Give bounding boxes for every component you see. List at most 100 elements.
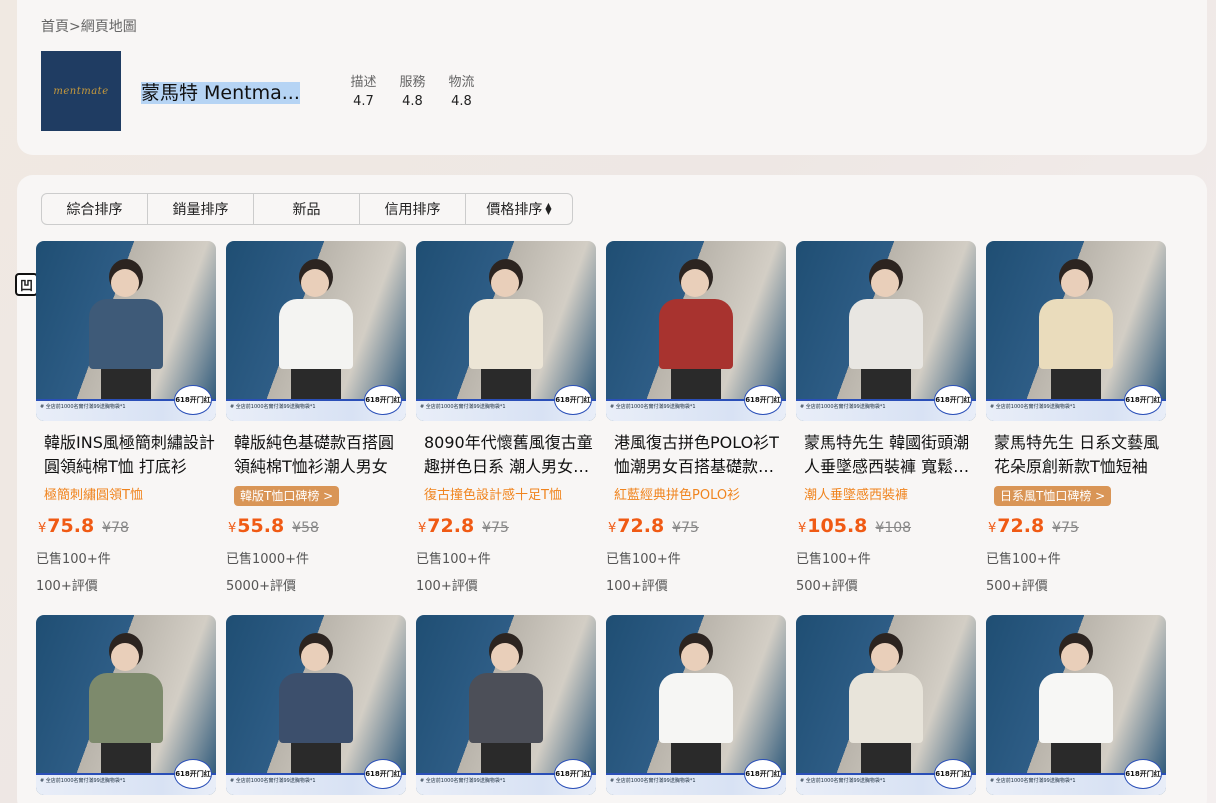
breadcrumb-home[interactable]: 首頁 bbox=[41, 19, 69, 35]
model-figure bbox=[469, 259, 543, 421]
product-card[interactable]: # 全店前1000名實付滿99送胸物袋*1 618开门红 bbox=[606, 615, 786, 795]
promo-badge: 618开门红 bbox=[174, 759, 212, 789]
sold-count: 已售1000+件 bbox=[226, 552, 309, 567]
shop-logo-text: mentmate bbox=[53, 85, 109, 97]
original-price: ¥58 bbox=[292, 520, 319, 536]
product-card[interactable]: # 全店前1000名實付滿99送胸物袋*1 618开门红 bbox=[416, 615, 596, 795]
product-image[interactable]: # 全店前1000名實付滿99送胸物袋*1 618开门红 bbox=[416, 241, 596, 421]
breadcrumb-current[interactable]: 網頁地圖 bbox=[81, 19, 137, 35]
original-price: ¥78 bbox=[102, 520, 129, 536]
promo-badge: 618开门红 bbox=[364, 759, 402, 789]
promo-badge: 618开门红 bbox=[364, 385, 402, 415]
current-price: ¥72.8 bbox=[988, 515, 1045, 537]
product-image[interactable]: # 全店前1000名實付滿99送胸物袋*1 618开门红 bbox=[226, 241, 406, 421]
product-card[interactable]: # 全店前1000名實付滿99送胸物袋*1 618开门红 8090年代懷舊風復古… bbox=[416, 241, 596, 594]
price-row: ¥55.8 ¥58 bbox=[226, 515, 406, 537]
rating-value: 4.8 bbox=[451, 94, 472, 109]
current-price: ¥72.8 bbox=[418, 515, 475, 537]
review-count: 100+評價 bbox=[36, 579, 98, 594]
product-title[interactable]: 韓版純色基礎款百搭圓領純棉T恤衫潮人男女 bbox=[226, 431, 406, 479]
product-card[interactable]: # 全店前1000名實付滿99送胸物袋*1 618开门红 bbox=[36, 615, 216, 795]
product-image[interactable]: # 全店前1000名實付滿99送胸物袋*1 618开门红 bbox=[796, 241, 976, 421]
original-price: ¥75 bbox=[482, 520, 509, 536]
breadcrumb: 首頁>網頁地圖 bbox=[41, 16, 137, 36]
product-title[interactable]: 蒙馬特先生 日系文藝風花朵原創新款T恤短袖 bbox=[986, 431, 1166, 479]
product-card[interactable]: # 全店前1000名實付滿99送胸物袋*1 618开门红 bbox=[986, 615, 1166, 795]
product-title[interactable]: 韓版INS風極簡刺繡設計圓領純棉T恤 打底衫 bbox=[36, 431, 216, 479]
model-figure bbox=[849, 259, 923, 421]
review-count: 100+評價 bbox=[606, 579, 668, 594]
ranking-badge[interactable]: 韓版T恤口碑榜 > bbox=[234, 486, 340, 506]
model-figure bbox=[89, 633, 163, 795]
product-tag: 潮人垂墜感西裝褲 bbox=[804, 488, 909, 503]
currency-icon: ¥ bbox=[608, 521, 617, 536]
product-card[interactable]: # 全店前1000名實付滿99送胸物袋*1 618开门红 港風復古拼色POLO衫… bbox=[606, 241, 786, 594]
product-title[interactable]: 港風復古拼色POLO衫T恤潮男女百搭基礎款上衣 bbox=[606, 431, 786, 479]
product-title[interactable]: 8090年代懷舊風復古童趣拼色日系 潮人男女T恤 bbox=[416, 431, 596, 479]
rating-value: 4.7 bbox=[353, 94, 374, 109]
currency-icon: ¥ bbox=[988, 521, 997, 536]
model-figure bbox=[659, 633, 733, 795]
original-price: ¥75 bbox=[1052, 520, 1079, 536]
product-image[interactable]: # 全店前1000名實付滿99送胸物袋*1 618开门红 bbox=[796, 615, 976, 795]
rating-label: 服務 bbox=[399, 75, 426, 90]
price-row: ¥75.8 ¥78 bbox=[36, 515, 216, 537]
promo-badge: 618开门红 bbox=[174, 385, 212, 415]
product-image[interactable]: # 全店前1000名實付滿99送胸物袋*1 618开门红 bbox=[606, 615, 786, 795]
product-image[interactable]: # 全店前1000名實付滿99送胸物袋*1 618开门红 bbox=[226, 615, 406, 795]
price-row: ¥105.8 ¥108 bbox=[796, 515, 976, 537]
model-figure bbox=[1039, 259, 1113, 421]
currency-icon: ¥ bbox=[38, 521, 47, 536]
sold-count: 已售100+件 bbox=[36, 552, 111, 567]
promo-badge: 618开门红 bbox=[744, 385, 782, 415]
product-card[interactable]: # 全店前1000名實付滿99送胸物袋*1 618开门红 韓版純色基礎款百搭圓領… bbox=[226, 241, 406, 594]
sold-count: 已售100+件 bbox=[986, 552, 1061, 567]
product-image[interactable]: # 全店前1000名實付滿99送胸物袋*1 618开门红 bbox=[416, 615, 596, 795]
side-floating-icon[interactable]: 凹 bbox=[15, 273, 38, 296]
currency-icon: ¥ bbox=[228, 521, 237, 536]
sold-count: 已售100+件 bbox=[416, 552, 491, 567]
model-figure bbox=[469, 633, 543, 795]
product-card[interactable]: # 全店前1000名實付滿99送胸物袋*1 618开门红 bbox=[796, 615, 976, 795]
product-tag: 極簡刺繡圓領T恤 bbox=[44, 488, 143, 503]
shop-ratings: 描述 4.7 服務 4.8 物流 4.8 bbox=[349, 71, 476, 109]
product-image[interactable]: # 全店前1000名實付滿99送胸物袋*1 618开门红 bbox=[986, 615, 1166, 795]
sort-price-label: 價格排序 bbox=[486, 202, 543, 218]
product-image[interactable]: # 全店前1000名實付滿99送胸物袋*1 618开门红 bbox=[606, 241, 786, 421]
product-image[interactable]: # 全店前1000名實付滿99送胸物袋*1 618开门红 bbox=[986, 241, 1166, 421]
review-count: 500+評價 bbox=[796, 579, 858, 594]
shop-logo[interactable]: mentmate bbox=[41, 51, 121, 131]
product-card[interactable]: # 全店前1000名實付滿99送胸物袋*1 618开门红 蒙馬特先生 韓國街頭潮… bbox=[796, 241, 976, 594]
currency-icon: ¥ bbox=[798, 521, 807, 536]
promo-badge: 618开门红 bbox=[1124, 759, 1162, 789]
product-tag: 復古撞色設計感十足T恤 bbox=[424, 488, 562, 503]
shop-name[interactable]: 蒙馬特 Mentma... bbox=[141, 78, 301, 105]
ranking-badge[interactable]: 日系風T恤口碑榜 > bbox=[994, 486, 1112, 506]
breadcrumb-separator: > bbox=[69, 19, 81, 35]
model-figure bbox=[89, 259, 163, 421]
sort-sales-button[interactable]: 銷量排序 bbox=[148, 194, 254, 224]
currency-icon: ¥ bbox=[418, 521, 427, 536]
product-image[interactable]: # 全店前1000名實付滿99送胸物袋*1 618开门红 bbox=[36, 241, 216, 421]
product-title[interactable]: 蒙馬特先生 韓國街頭潮人垂墜感西裝褲 寬鬆直筒 bbox=[796, 431, 976, 479]
sort-price-button[interactable]: 價格排序 ▲ ▼ bbox=[466, 194, 572, 224]
rating-description: 描述 4.7 bbox=[349, 71, 378, 109]
sort-credit-button[interactable]: 信用排序 bbox=[360, 194, 466, 224]
product-card[interactable]: # 全店前1000名實付滿99送胸物袋*1 618开门红 蒙馬特先生 日系文藝風… bbox=[986, 241, 1166, 594]
sort-comprehensive-button[interactable]: 綜合排序 bbox=[42, 194, 148, 224]
shop-header-card: 首頁>網頁地圖 mentmate 蒙馬特 Mentma... 描述 4.7 服務… bbox=[17, 0, 1207, 155]
product-card[interactable]: # 全店前1000名實付滿99送胸物袋*1 618开门红 韓版INS風極簡刺繡設… bbox=[36, 241, 216, 594]
current-price: ¥105.8 bbox=[798, 515, 868, 537]
product-card[interactable]: # 全店前1000名實付滿99送胸物袋*1 618开门红 bbox=[226, 615, 406, 795]
model-figure bbox=[1039, 633, 1113, 795]
promo-badge: 618开门红 bbox=[554, 759, 592, 789]
promo-badge: 618开门红 bbox=[744, 759, 782, 789]
sort-new-button[interactable]: 新品 bbox=[254, 194, 360, 224]
price-row: ¥72.8 ¥75 bbox=[606, 515, 786, 537]
promo-badge: 618开门红 bbox=[934, 385, 972, 415]
sold-count: 已售100+件 bbox=[606, 552, 681, 567]
rating-service: 服務 4.8 bbox=[398, 71, 427, 109]
product-image[interactable]: # 全店前1000名實付滿99送胸物袋*1 618开门红 bbox=[36, 615, 216, 795]
rating-label: 物流 bbox=[448, 75, 475, 90]
model-figure bbox=[279, 633, 353, 795]
